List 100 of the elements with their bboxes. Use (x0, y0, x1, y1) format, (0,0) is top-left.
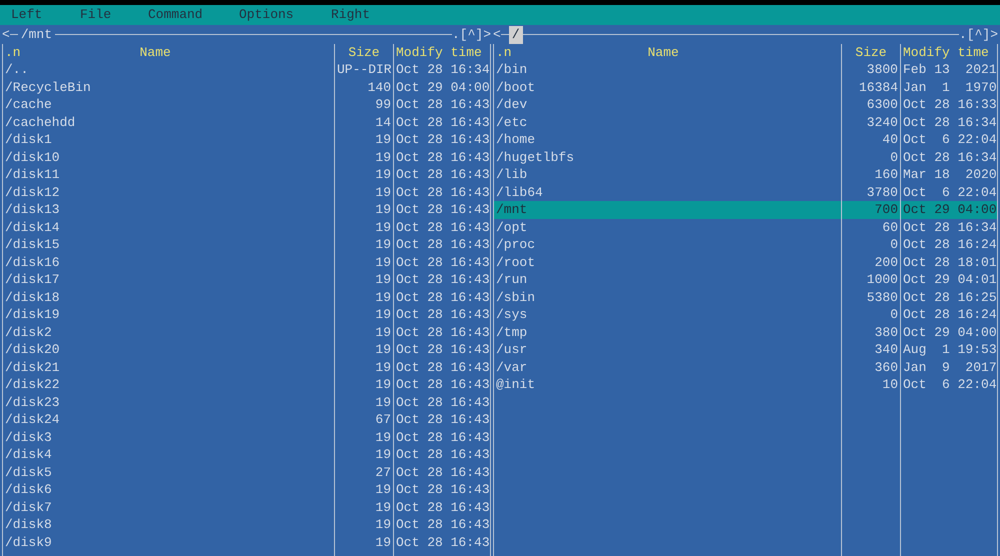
file-size-cell-text: 360 (874, 358, 899, 376)
file-name-cell[interactable]: /disk12 (3, 184, 334, 201)
file-name-cell[interactable]: /disk1 (3, 131, 334, 148)
file-name-cell[interactable]: /disk22 (3, 376, 334, 394)
file-name-cell[interactable]: /var (494, 358, 841, 376)
file-name-cell[interactable]: /disk3 (3, 428, 334, 446)
sort-indicator[interactable]: .n (496, 44, 512, 61)
file-name-cell[interactable]: /cachehdd (3, 114, 334, 131)
file-size-cell-text: 3240 (866, 114, 899, 131)
file-name-cell[interactable]: /disk10 (3, 148, 334, 166)
file-time-cell-text: Jan 9 2017 (902, 358, 997, 376)
file-name-cell[interactable]: /.. (3, 61, 334, 78)
menu-item[interactable]: Left (11, 5, 80, 25)
panel-path: /mnt (20, 26, 54, 44)
file-name-cell[interactable]: /boot (494, 78, 841, 96)
file-time-cell-text: Oct 28 16:34 (902, 218, 997, 236)
file-name-cell[interactable]: /disk15 (3, 236, 334, 254)
file-name-cell[interactable]: /hugetlbfs (494, 148, 841, 166)
file-name-cell[interactable]: /disk5 (3, 464, 334, 481)
file-name-cell[interactable]: /disk19 (3, 306, 334, 324)
column-header[interactable]: Size (335, 44, 393, 61)
file-time-cell-text: Oct 28 16:43 (395, 358, 490, 376)
file-name-cell[interactable]: /sys (494, 306, 841, 324)
file-time-cell-text: Oct 6 22:04 (902, 184, 997, 201)
column-header[interactable]: Size (842, 44, 900, 61)
file-time-cell-text: Oct 28 16:25 (902, 288, 997, 306)
file-name-cell[interactable]: /disk21 (3, 358, 334, 376)
file-size-cell-text: 19 (374, 271, 392, 288)
menu-item[interactable]: Command (148, 5, 239, 25)
file-size-cell-text: 19 (374, 394, 392, 411)
file-name-cell[interactable]: /lib (494, 166, 841, 184)
file-time-cell-text: Oct 28 16:43 (395, 411, 490, 428)
panel-path: / (508, 26, 523, 44)
file-name-cell[interactable]: /disk13 (3, 201, 334, 218)
file-name-cell[interactable]: /disk18 (3, 288, 334, 306)
file-name-cell[interactable]: /dev (494, 96, 841, 114)
nav-right-button[interactable]: .[^]> (452, 26, 491, 44)
file-size-cell-text: 19 (374, 428, 392, 446)
file-time-cell-text: Oct 28 16:43 (395, 428, 490, 446)
menu-item[interactable]: Options (239, 5, 331, 25)
file-time-cell-text: Oct 6 22:04 (902, 376, 997, 394)
file-size-cell-text: 19 (374, 306, 392, 324)
file-name-cell[interactable]: /disk6 (3, 481, 334, 498)
file-size-cell-text: 16384 (858, 78, 899, 96)
file-name-cell[interactable]: /disk2 (3, 324, 334, 341)
file-name-cell[interactable]: /tmp (494, 324, 841, 341)
file-name-cell[interactable]: /mnt (494, 201, 841, 218)
file-name-cell[interactable]: /disk23 (3, 394, 334, 411)
file-name-cell[interactable]: /disk24 (3, 411, 334, 428)
file-name-cell[interactable]: /bin (494, 61, 841, 78)
file-size-cell-text: 19 (374, 166, 392, 184)
column-header[interactable]: Name (140, 44, 171, 61)
nav-left-button[interactable]: < (493, 26, 501, 44)
column-header[interactable]: Modify time (901, 44, 997, 61)
column-header[interactable]: Name (648, 44, 679, 61)
file-size-cell-text: 3800 (866, 61, 899, 78)
file-size-cell-text: 19 (374, 201, 392, 218)
file-size-cell-text: 19 (374, 131, 392, 148)
file-name-cell[interactable]: /home (494, 131, 841, 148)
file-size-cell-text: 19 (374, 148, 392, 166)
file-time-cell-text: Oct 29 04:00 (902, 324, 997, 341)
file-name-cell[interactable]: /disk7 (3, 498, 334, 516)
file-name-cell[interactable]: /disk16 (3, 254, 334, 271)
file-name-cell[interactable]: /disk20 (3, 341, 334, 358)
sort-indicator[interactable]: .n (5, 44, 21, 61)
file-time-cell-text: Oct 28 16:43 (395, 201, 490, 218)
file-name-cell[interactable]: /proc (494, 236, 841, 254)
file-size-cell-text: 27 (374, 464, 392, 481)
file-size-cell-text: 0 (889, 306, 899, 324)
file-size-cell: 700 (842, 201, 900, 218)
file-time-cell-text: Oct 28 16:43 (395, 131, 490, 148)
file-time-cell-text: Oct 28 16:43 (395, 288, 490, 306)
file-name-cell[interactable]: /disk11 (3, 166, 334, 184)
file-name-cell[interactable]: /disk9 (3, 534, 334, 551)
file-time-cell-text: Oct 28 16:43 (395, 498, 490, 516)
file-name-cell[interactable]: /disk14 (3, 218, 334, 236)
column-header[interactable]: Modify time (394, 44, 490, 61)
nav-right-button[interactable]: .[^]> (958, 26, 998, 44)
file-time-cell-text: Oct 28 16:43 (395, 236, 490, 254)
file-name-cell[interactable]: /run (494, 271, 841, 288)
file-name-cell[interactable]: /lib64 (494, 184, 841, 201)
file-name-cell[interactable]: /RecycleBin (3, 78, 334, 96)
file-time-cell-text: Oct 28 16:43 (395, 271, 490, 288)
file-name-cell[interactable]: /disk4 (3, 446, 334, 464)
file-name-cell[interactable]: /etc (494, 114, 841, 131)
file-name-cell[interactable]: /disk17 (3, 271, 334, 288)
menu-item[interactable]: Right (331, 5, 401, 25)
file-name-cell[interactable]: /root (494, 254, 841, 271)
file-name-cell[interactable]: /disk8 (3, 516, 334, 534)
file-name-cell[interactable]: /opt (494, 218, 841, 236)
file-time-cell-text: Oct 28 16:43 (395, 464, 490, 481)
file-name-cell[interactable]: /usr (494, 341, 841, 358)
menu-item[interactable]: File (80, 5, 148, 25)
file-name-cell[interactable]: @init (494, 376, 841, 394)
file-size-cell-text: 67 (374, 411, 392, 428)
file-size-cell-text: 5380 (866, 288, 899, 306)
file-time-cell-text: Oct 28 16:43 (395, 446, 490, 464)
file-name-cell[interactable]: /sbin (494, 288, 841, 306)
file-name-cell[interactable]: /cache (3, 96, 334, 114)
nav-left-button[interactable]: < (2, 26, 10, 44)
